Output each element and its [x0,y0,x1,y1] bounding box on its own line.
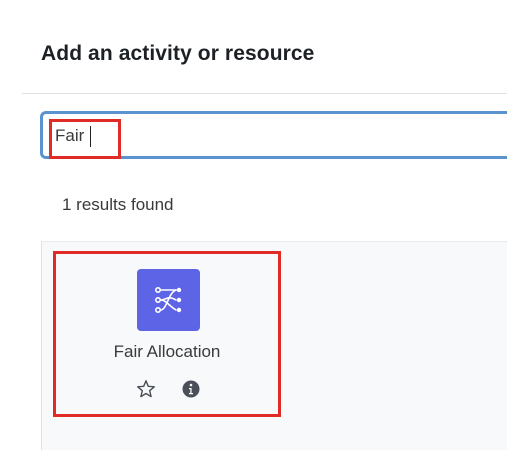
star-icon[interactable] [135,378,157,400]
activity-chooser-modal: Add an activity or resource 1 results fo… [0,0,507,450]
fair-allocation-icon [137,269,200,331]
activity-name: Fair Allocation [113,342,221,361]
header-divider [22,93,507,94]
info-icon[interactable] [180,378,202,400]
search-box[interactable] [40,111,507,159]
modal-title: Add an activity or resource [41,42,315,65]
search-input[interactable] [55,123,455,149]
fair-allocation-glyph [154,287,181,313]
activity-card-fair-allocation[interactable]: Fair Allocation [53,251,281,417]
results-count: 1 results found [62,195,174,214]
text-cursor [90,126,91,147]
